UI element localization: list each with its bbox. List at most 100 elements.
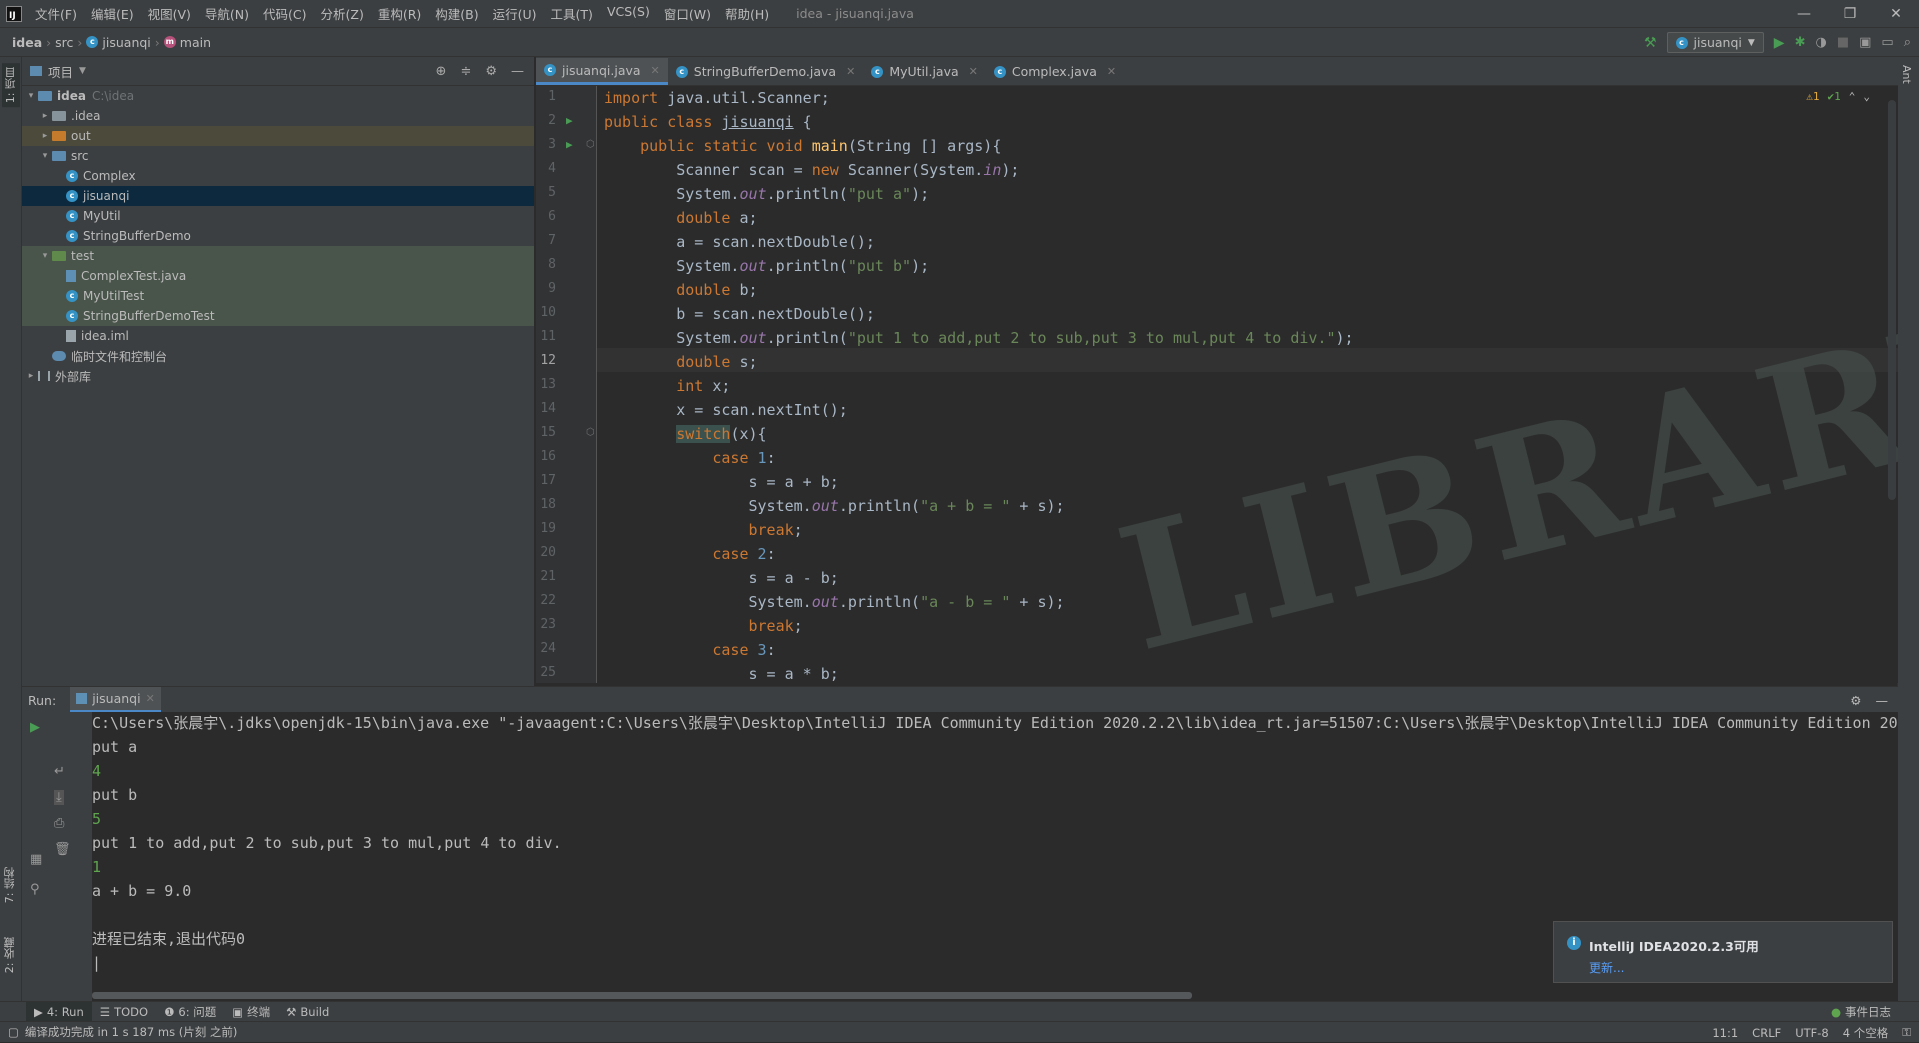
tree-item-myutil[interactable]: c MyUtil bbox=[22, 206, 534, 226]
tree-item-external-libraries[interactable]: ▸ 外部库 bbox=[22, 366, 534, 386]
tree-item-scratches[interactable]: 临时文件和控制台 bbox=[22, 346, 534, 366]
tree-item-test[interactable]: ▾ test bbox=[22, 246, 534, 266]
code-editor[interactable]: 1 2 3 4 5 6 7 8 9 10 11 12 13 14 15 16 17 18 19 20 21 22 23 24 2… bbox=[536, 86, 1898, 683]
favorites-tool-tab[interactable]: 2: 收藏 bbox=[2, 937, 18, 973]
status-panel-icon[interactable]: ▢ bbox=[8, 1025, 19, 1039]
menu-item-11[interactable]: 窗口(W) bbox=[657, 4, 718, 23]
run-tool-button[interactable]: ▶ 4: Run bbox=[26, 1001, 92, 1022]
debug-bug-icon[interactable]: ✱ bbox=[1795, 35, 1806, 50]
hide-panel-icon[interactable]: — bbox=[511, 64, 524, 79]
chevron-up-icon[interactable]: ⌃ bbox=[1849, 90, 1856, 103]
tree-item-complex[interactable]: c Complex bbox=[22, 166, 534, 186]
problems-tool-button[interactable]: ❶ 6: 问题 bbox=[156, 1004, 224, 1020]
fold-marker-icon[interactable]: ⬡ bbox=[586, 139, 595, 150]
minimize-button[interactable]: — bbox=[1781, 0, 1827, 28]
layout-icon[interactable]: ▭ bbox=[1881, 35, 1893, 50]
tree-item-stringbufferdemo[interactable]: c StringBufferDemo bbox=[22, 226, 534, 246]
tree-item-out[interactable]: ▸ out bbox=[22, 126, 534, 146]
collapse-all-icon[interactable]: ≑ bbox=[460, 64, 471, 79]
expanded-arrow-icon[interactable]: ▾ bbox=[38, 251, 52, 261]
collapsed-arrow-icon[interactable]: ▸ bbox=[38, 131, 52, 141]
indent-setting[interactable]: 4 个空格 bbox=[1843, 1025, 1888, 1041]
run-gutter-icon[interactable]: ▶ bbox=[566, 114, 573, 127]
ant-tool-tab[interactable]: Ant bbox=[1900, 65, 1913, 84]
close-tab-icon[interactable]: ✕ bbox=[651, 64, 660, 77]
inspection-status[interactable]: ⚠1 ✔1 ⌃ ⌄ bbox=[1806, 90, 1870, 103]
breadcrumb-class[interactable]: c jisuanqi bbox=[82, 35, 154, 50]
project-tool-tab[interactable]: 1: 项目 bbox=[2, 63, 20, 108]
run-configuration-dropdown[interactable]: c jisuanqi ▼ bbox=[1666, 32, 1764, 53]
menu-item-12[interactable]: 帮助(H) bbox=[718, 4, 776, 23]
expanded-arrow-icon[interactable]: ▾ bbox=[24, 91, 38, 101]
tab-myutil[interactable]: c MyUtil.java ✕ bbox=[863, 58, 986, 85]
expanded-arrow-icon[interactable]: ▾ bbox=[38, 151, 52, 161]
menu-item-2[interactable]: 视图(V) bbox=[141, 4, 198, 23]
fold-marker-icon[interactable]: ⬡ bbox=[586, 427, 595, 438]
hide-panel-icon[interactable]: — bbox=[1876, 693, 1889, 708]
tree-item-complextest[interactable]: ComplexTest.java bbox=[22, 266, 534, 286]
layout-icon[interactable]: ▦ bbox=[30, 852, 42, 867]
menu-item-1[interactable]: 编辑(E) bbox=[84, 4, 141, 23]
console-horizontal-scrollbar[interactable] bbox=[92, 992, 1192, 999]
gear-icon[interactable]: ⚙ bbox=[1850, 693, 1861, 708]
project-structure-icon[interactable]: ▣ bbox=[1859, 35, 1871, 50]
coverage-icon[interactable]: ◑ bbox=[1815, 35, 1826, 50]
menu-item-4[interactable]: 代码(C) bbox=[256, 4, 313, 23]
warning-count[interactable]: ⚠1 bbox=[1806, 90, 1819, 103]
chevron-down-icon[interactable]: ▼ bbox=[79, 66, 86, 76]
editor-vertical-scrollbar[interactable] bbox=[1888, 100, 1896, 500]
restore-button[interactable]: ❐ bbox=[1827, 0, 1873, 28]
menu-item-3[interactable]: 导航(N) bbox=[198, 4, 256, 23]
close-tab-icon[interactable]: ✕ bbox=[969, 65, 978, 78]
todo-tool-button[interactable]: ☰ TODO bbox=[92, 1005, 156, 1019]
close-tab-icon[interactable]: ✕ bbox=[146, 692, 155, 705]
caret-position[interactable]: 11:1 bbox=[1712, 1026, 1738, 1040]
soft-wrap-icon[interactable]: ↵ bbox=[54, 764, 65, 779]
tree-item-stringbufferdemotest[interactable]: c StringBufferDemoTest bbox=[22, 306, 534, 326]
run-tab-jisuanqi[interactable]: jisuanqi ✕ bbox=[70, 687, 161, 713]
scroll-to-end-icon[interactable]: ⤓ bbox=[54, 790, 64, 805]
run-play-icon[interactable]: ▶ bbox=[1774, 35, 1785, 51]
stop-icon[interactable]: ■ bbox=[1837, 35, 1849, 50]
pin-icon[interactable]: ⚲ bbox=[30, 882, 40, 897]
terminal-tool-button[interactable]: ▣ 终端 bbox=[224, 1004, 278, 1020]
build-hammer-icon[interactable]: ⚒ bbox=[1644, 35, 1657, 51]
chevron-down-icon[interactable]: ⌄ bbox=[1863, 90, 1870, 103]
tab-jisuanqi[interactable]: c jisuanqi.java ✕ bbox=[536, 58, 668, 85]
tree-item-idea-iml[interactable]: idea.iml bbox=[22, 326, 534, 346]
collapsed-arrow-icon[interactable]: ▸ bbox=[24, 371, 38, 381]
print-icon[interactable]: ⎙ bbox=[54, 816, 64, 831]
file-encoding[interactable]: UTF-8 bbox=[1795, 1026, 1829, 1040]
tree-item-dot-idea[interactable]: ▸ .idea bbox=[22, 106, 534, 126]
menu-item-10[interactable]: VCS(S) bbox=[600, 4, 657, 23]
menu-item-0[interactable]: 文件(F) bbox=[28, 4, 84, 23]
close-tab-icon[interactable]: ✕ bbox=[846, 65, 855, 78]
tree-item-jisuanqi[interactable]: c jisuanqi bbox=[22, 186, 534, 206]
menu-item-8[interactable]: 运行(U) bbox=[486, 4, 544, 23]
locate-icon[interactable]: ⊕ bbox=[436, 64, 447, 79]
build-tool-button[interactable]: ⚒ Build bbox=[278, 1005, 337, 1019]
lock-icon[interactable]: ⚿ bbox=[1902, 1025, 1911, 1040]
menu-item-7[interactable]: 构建(B) bbox=[428, 4, 485, 23]
close-button[interactable]: ✕ bbox=[1873, 0, 1919, 28]
menu-item-6[interactable]: 重构(R) bbox=[371, 4, 428, 23]
breadcrumb-method[interactable]: m main bbox=[160, 35, 215, 50]
check-count[interactable]: ✔1 bbox=[1828, 90, 1841, 103]
tree-item-idea[interactable]: ▾ idea C:\idea bbox=[22, 86, 534, 106]
run-gutter-icon[interactable]: ▶ bbox=[566, 138, 573, 151]
gear-icon[interactable]: ⚙ bbox=[485, 64, 497, 79]
tab-complex[interactable]: c Complex.java ✕ bbox=[986, 58, 1124, 85]
status-message[interactable]: 编译成功完成 in 1 s 187 ms (片刻 之前) bbox=[25, 1024, 238, 1040]
tree-item-src[interactable]: ▾ src bbox=[22, 146, 534, 166]
breadcrumb-project[interactable]: idea bbox=[0, 35, 46, 50]
event-log-button[interactable]: ● 事件日志 bbox=[1823, 1004, 1899, 1020]
breadcrumb-src[interactable]: src bbox=[51, 35, 77, 50]
close-tab-icon[interactable]: ✕ bbox=[1107, 65, 1116, 78]
tab-stringbufferdemo[interactable]: c StringBufferDemo.java ✕ bbox=[668, 58, 864, 85]
rerun-icon[interactable]: ▶ bbox=[30, 720, 40, 735]
update-link[interactable]: 更新... bbox=[1589, 959, 1624, 976]
search-icon[interactable]: ⌕ bbox=[1904, 35, 1911, 50]
tree-item-myutiltest[interactable]: c MyUtilTest bbox=[22, 286, 534, 306]
clear-all-icon[interactable]: 🗑 bbox=[54, 842, 71, 857]
collapsed-arrow-icon[interactable]: ▸ bbox=[38, 111, 52, 121]
